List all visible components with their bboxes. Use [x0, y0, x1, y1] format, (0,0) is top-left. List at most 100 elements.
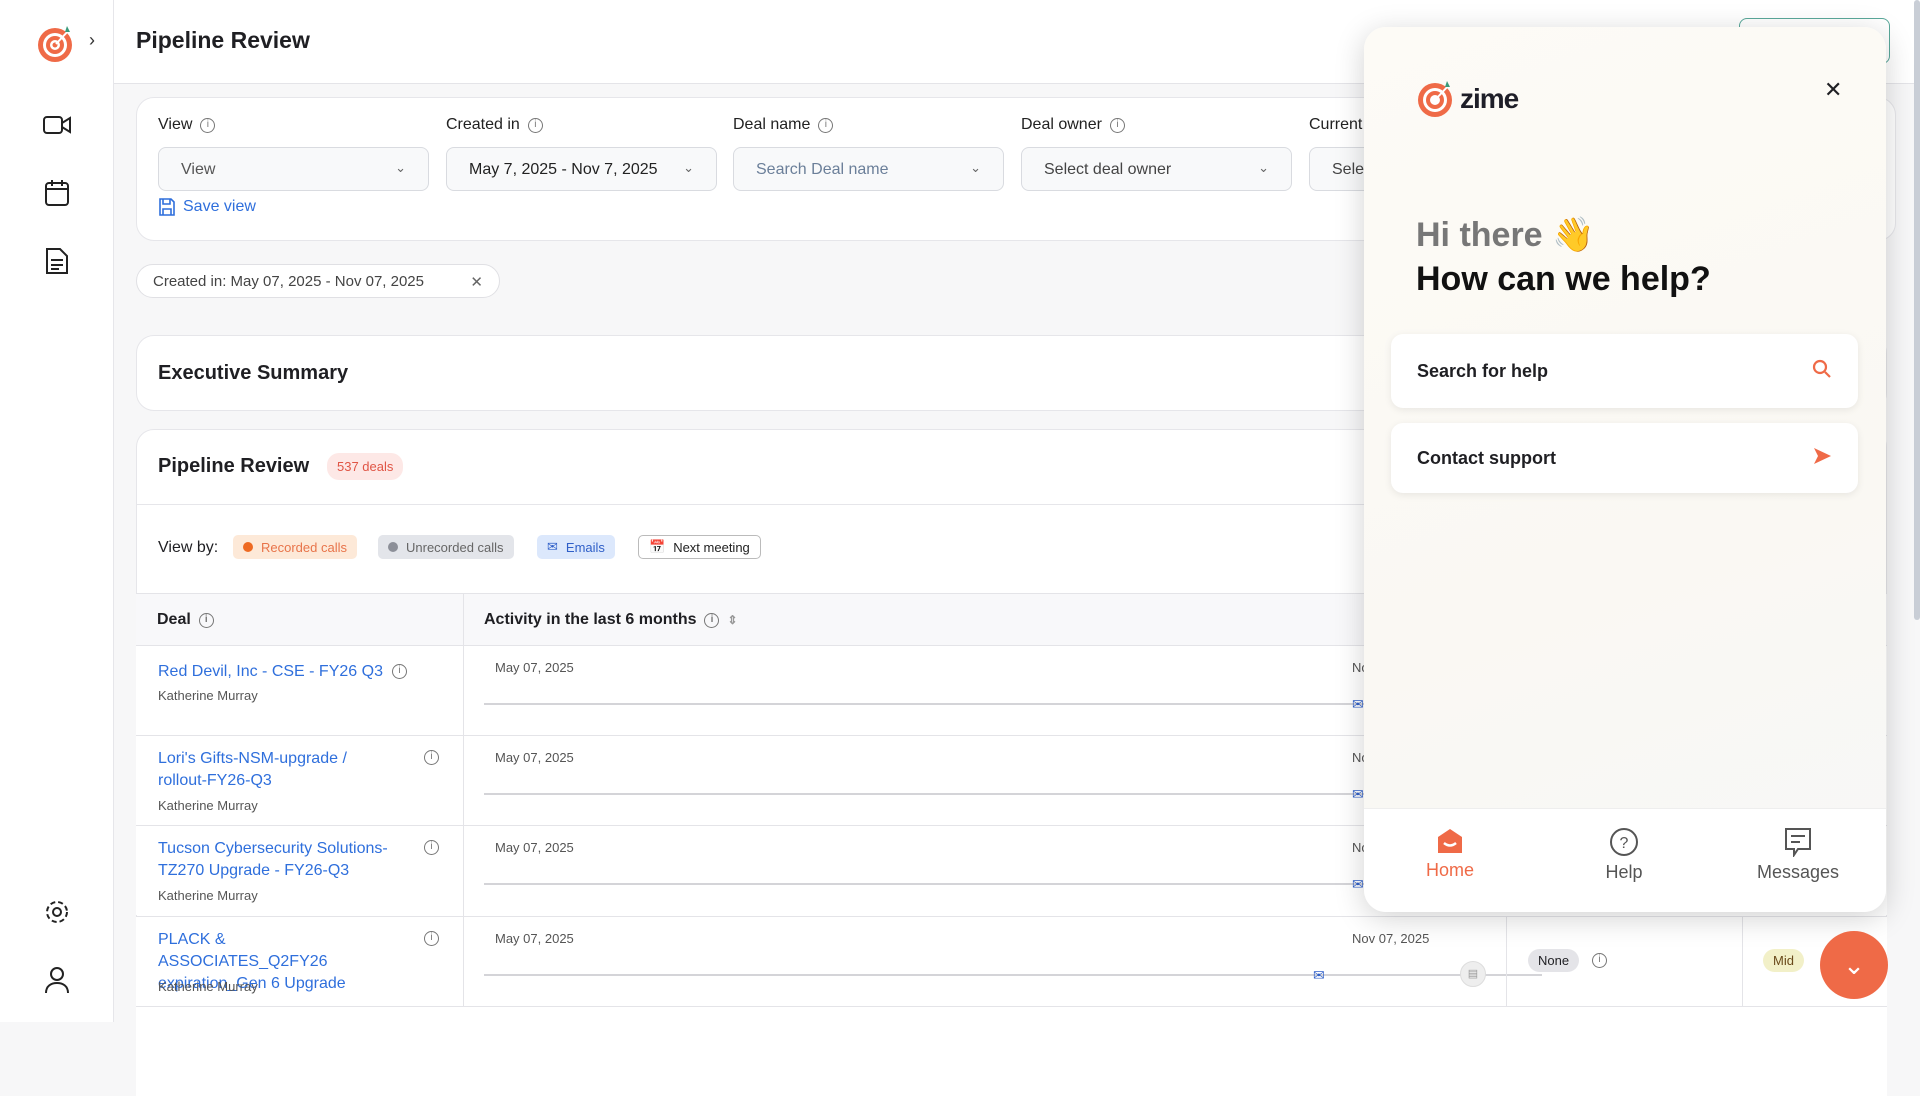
zime-logo-icon: [1416, 79, 1456, 119]
emails-toggle[interactable]: ✉Emails: [537, 535, 615, 559]
zime-logo-icon[interactable]: [36, 24, 76, 69]
home-icon: [1375, 827, 1525, 860]
next-meeting-toggle[interactable]: 📅 Next meeting: [638, 535, 761, 559]
info-icon[interactable]: i: [424, 840, 439, 855]
sidebar: ›: [0, 0, 114, 1022]
label-text: Deal name: [733, 116, 810, 134]
deal-owner: Katherine Murray: [158, 979, 258, 994]
unrecorded-calls-toggle[interactable]: Unrecorded calls: [378, 535, 514, 559]
dropdown-value: View: [181, 161, 215, 178]
info-icon[interactable]: i: [818, 118, 833, 133]
active-filter-chip: Created in: May 07, 2025 - Nov 07, 2025 …: [136, 264, 500, 298]
email-envelope-icon: ✉: [547, 539, 558, 555]
deal-name-search[interactable]: Search Deal name⌄: [733, 147, 1004, 191]
close-icon[interactable]: ✕: [1824, 77, 1842, 103]
info-icon[interactable]: i: [392, 664, 407, 679]
headline: How can we help?: [1416, 260, 1711, 299]
info-icon[interactable]: i: [424, 750, 439, 765]
contact-support-button[interactable]: Contact support: [1391, 423, 1858, 493]
deal-owner-dropdown[interactable]: Select deal owner ⌄: [1021, 147, 1292, 191]
info-icon[interactable]: i: [704, 613, 719, 628]
label-text: View: [158, 116, 192, 134]
deal-name-filter-label: Deal name i: [733, 116, 833, 134]
next-meeting-calendar-icon[interactable]: ▤: [1460, 961, 1486, 987]
chevron-down-icon: ⌄: [970, 160, 981, 176]
deal-owner: Katherine Murray: [158, 798, 258, 813]
info-icon[interactable]: i: [424, 931, 439, 946]
activity-timeline: [484, 974, 1542, 976]
card-label: Search for help: [1417, 361, 1548, 382]
svg-text:?: ?: [1620, 835, 1629, 852]
page-scrollbar[interactable]: [1914, 0, 1920, 620]
view-filter-label: Viewi: [158, 116, 215, 134]
activity-column-header[interactable]: Activity in the last 6 months i ⇕: [484, 611, 738, 629]
email-activity-icon[interactable]: ✉: [1352, 876, 1364, 893]
created-in-dropdown[interactable]: May 7, 2025 - Nov 7, 2025 ⌄: [446, 147, 717, 191]
created-in-filter-label: Created in i: [446, 116, 543, 134]
nav-help[interactable]: ? Help: [1549, 827, 1699, 883]
dropdown-placeholder: Sele: [1332, 161, 1364, 178]
pipeline-title: Pipeline Review: [158, 455, 309, 478]
column-divider: [1506, 917, 1507, 1007]
column-label: Activity in the last 6 months: [484, 611, 696, 629]
dropdown-placeholder: Select deal owner: [1044, 161, 1171, 178]
save-view-button[interactable]: Save view: [159, 198, 256, 216]
user-profile-icon[interactable]: [41, 964, 73, 996]
calendar-icon[interactable]: [41, 177, 73, 209]
deal-name-link[interactable]: Lori's Gifts-NSM-upgrade / rollout-FY26-…: [158, 748, 398, 792]
nav-messages[interactable]: Messages: [1723, 827, 1873, 883]
label-text: Deal owner: [1021, 116, 1102, 134]
nav-home[interactable]: Home: [1375, 827, 1525, 881]
view-dropdown[interactable]: View⌄: [158, 147, 429, 191]
toggle-label: Unrecorded calls: [406, 540, 504, 555]
remove-filter-close-icon[interactable]: ✕: [470, 273, 483, 289]
help-question-icon: ?: [1549, 827, 1699, 862]
chip-label: Created in: May 07, 2025 - Nov 07, 2025: [153, 273, 424, 289]
label-text: Current: [1309, 116, 1362, 134]
info-icon[interactable]: i: [528, 118, 543, 133]
sort-icon[interactable]: ⇕: [727, 613, 737, 627]
help-launcher-close-button[interactable]: ⌄: [1820, 931, 1888, 999]
settings-gear-icon[interactable]: [41, 896, 73, 928]
label-text: Created in: [446, 116, 520, 134]
timeline-start-date: May 07, 2025: [495, 840, 574, 855]
timeline-start-date: May 07, 2025: [495, 750, 574, 765]
help-widget: zime ✕ Hi there 👋 How can we help? Searc…: [1364, 27, 1886, 912]
info-icon[interactable]: i: [1592, 953, 1607, 968]
level-badge: Mid: [1763, 949, 1804, 972]
deal-name-link[interactable]: Tucson Cybersecurity Solutions-TZ270 Upg…: [158, 838, 398, 882]
recorded-calls-toggle[interactable]: Recorded calls: [233, 535, 357, 559]
email-activity-icon[interactable]: ✉: [1352, 696, 1364, 713]
info-icon[interactable]: i: [200, 118, 215, 133]
dropdown-value: May 7, 2025 - Nov 7, 2025: [469, 161, 658, 178]
column-divider: [463, 736, 464, 826]
gray-dot-icon: [388, 542, 398, 552]
status-badge: None: [1528, 949, 1579, 972]
deal-column-header: Deali: [157, 611, 214, 629]
email-activity-icon[interactable]: ✉: [1313, 967, 1325, 984]
info-icon[interactable]: i: [199, 613, 214, 628]
column-divider: [463, 594, 464, 646]
toggle-label: Recorded calls: [261, 540, 347, 555]
info-icon[interactable]: i: [1110, 118, 1125, 133]
chevron-down-icon: ⌄: [683, 160, 694, 176]
greeting: Hi there 👋: [1416, 215, 1594, 255]
email-activity-icon[interactable]: ✉: [1352, 786, 1364, 803]
search-for-help-button[interactable]: Search for help: [1391, 334, 1858, 408]
toggle-label: Next meeting: [673, 540, 750, 555]
card-label: Contact support: [1417, 448, 1556, 469]
nav-label: Help: [1605, 862, 1642, 882]
calendar-icon: 📅: [649, 539, 665, 555]
chevron-down-icon: ⌄: [1258, 160, 1269, 176]
page-title: Pipeline Review: [136, 27, 310, 54]
messages-icon: [1723, 827, 1873, 862]
expand-sidebar-chevron-icon[interactable]: ›: [89, 30, 95, 51]
executive-summary-title: Executive Summary: [158, 362, 348, 385]
column-divider: [463, 646, 464, 736]
document-icon[interactable]: [41, 245, 73, 277]
video-icon[interactable]: [41, 109, 73, 141]
brand-name: zime: [1460, 83, 1518, 115]
deal-name-link[interactable]: Red Devil, Inc - CSE - FY26 Q3: [158, 661, 398, 683]
orange-dot-icon: [243, 542, 253, 552]
search-icon: [1812, 359, 1832, 384]
